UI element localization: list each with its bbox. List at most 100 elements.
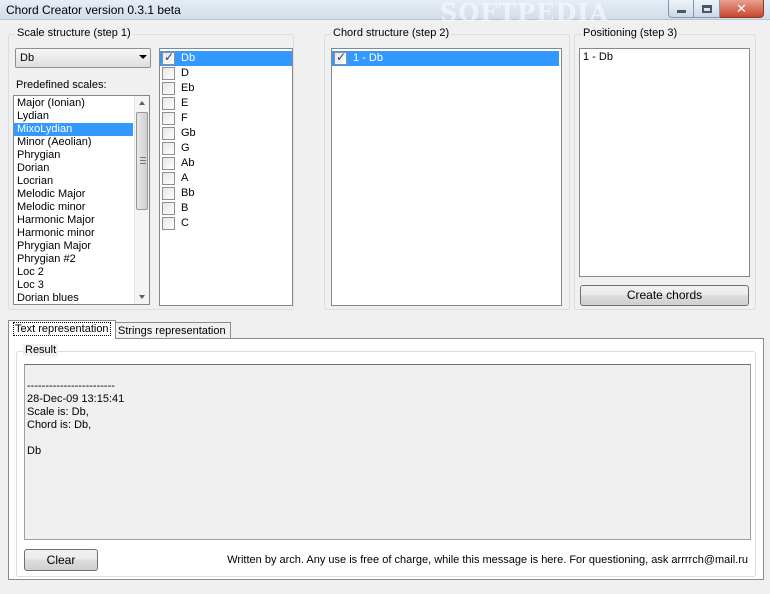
result-line [27, 432, 748, 445]
checkbox[interactable] [162, 112, 175, 125]
scale-list-item[interactable]: Melodic minor [14, 201, 133, 214]
note-item[interactable]: F [160, 111, 292, 126]
chord-structure-checklist[interactable]: 1 - Db [331, 48, 562, 306]
window-title: Chord Creator version 0.3.1 beta [6, 3, 181, 17]
scale-list-item[interactable]: Phrygian #2 [14, 253, 133, 266]
note-item-label: G [181, 142, 190, 154]
note-item[interactable]: Bb [160, 186, 292, 201]
clear-button[interactable]: Clear [24, 549, 98, 571]
tab-text-label: Text representation [13, 322, 111, 336]
note-item-label: C [181, 217, 189, 229]
note-item[interactable]: Gb [160, 126, 292, 141]
scale-list-item[interactable]: MixoLydian [14, 123, 133, 136]
scroll-thumb[interactable] [136, 112, 148, 210]
checkbox[interactable] [162, 82, 175, 95]
scale-list-item[interactable]: Phrygian [14, 149, 133, 162]
note-item-label: Db [181, 52, 196, 64]
scale-list-item[interactable]: Phrygian Major [14, 240, 133, 253]
result-line: 28-Dec-09 13:15:41 [27, 393, 125, 405]
checkbox[interactable] [162, 172, 175, 185]
positioning-list[interactable]: 1 - Db [579, 48, 750, 277]
scale-structure-label: Scale structure (step 1) [15, 27, 133, 39]
chord-item-label: 1 - Db [353, 52, 383, 64]
maximize-button[interactable] [694, 0, 720, 18]
text-representation-panel: Result ------------------------ 28-Dec-09… [8, 338, 764, 580]
chord-items: 1 - Db [332, 50, 559, 66]
window-controls: ✕ [668, 0, 764, 18]
scale-notes-checklist[interactable]: Db D Eb EF Gb G Ab A Bb BC [159, 48, 293, 306]
scale-list-item[interactable]: Minor (Aeolian) [14, 136, 133, 149]
result-line: ------------------------ [27, 380, 115, 392]
result-textbox[interactable]: ------------------------ 28-Dec-09 13:15:… [24, 364, 751, 540]
title-bar[interactable]: Chord Creator version 0.3.1 beta SOFTPED… [0, 0, 770, 27]
note-item-label: Eb [181, 82, 195, 94]
root-note-select[interactable]: Db [15, 48, 151, 68]
checkbox[interactable] [334, 50, 347, 65]
positioning-label: Positioning (step 3) [581, 27, 680, 39]
positioning-items: 1 - Db [582, 51, 749, 64]
result-line: Db [27, 445, 42, 457]
minimize-button[interactable] [668, 0, 694, 18]
grip-line [140, 163, 146, 164]
checkbox[interactable] [162, 157, 175, 170]
tab-strings-label: Strings representation [118, 325, 226, 337]
scale-list-item[interactable]: Lydian [14, 110, 133, 123]
scale-list-item[interactable]: Melodic Major [14, 188, 133, 201]
note-item[interactable]: E [160, 96, 292, 111]
scale-list-item[interactable]: Major (Ionian) [14, 97, 133, 110]
tab-strings-representation[interactable]: Strings representation [113, 322, 231, 339]
minimize-icon [676, 10, 686, 13]
checkbox[interactable] [162, 142, 175, 155]
scroll-down-icon[interactable] [139, 295, 145, 299]
scale-list-item[interactable]: Loc 2 [14, 266, 133, 279]
scale-list-item[interactable]: Loc 3 [14, 279, 133, 292]
predefined-scales-label: Predefined scales: [16, 79, 107, 91]
scales-scrollbar[interactable] [134, 96, 149, 304]
scale-list-item[interactable]: Dorian [14, 162, 133, 175]
checkbox[interactable] [162, 187, 175, 200]
note-item-label: F [181, 112, 188, 124]
note-item[interactable]: Db [160, 50, 292, 66]
checkbox[interactable] [162, 127, 175, 140]
grip-line [140, 157, 146, 158]
chord-item[interactable]: 1 - Db [332, 50, 559, 66]
checkbox[interactable] [162, 217, 175, 230]
note-item-label: Gb [181, 127, 196, 139]
note-item-label: B [181, 202, 189, 214]
scale-list-item[interactable]: Harmonic minor [14, 227, 133, 240]
chevron-down-icon [139, 55, 147, 59]
predefined-scales-list[interactable]: Major (Ionian) Lydian MixoLydian Minor (Aeo… [13, 95, 150, 305]
note-items: Db D Eb EF Gb G Ab A Bb BC [160, 50, 292, 231]
checkbox[interactable] [162, 97, 175, 110]
close-icon: ✕ [736, 0, 747, 16]
note-item-label: D [181, 67, 189, 79]
note-item[interactable]: D [160, 66, 292, 81]
checkbox[interactable] [162, 50, 175, 65]
note-item[interactable]: Eb [160, 81, 292, 96]
checkbox[interactable] [162, 202, 175, 215]
close-button[interactable]: ✕ [720, 0, 764, 18]
result-line [27, 367, 748, 380]
note-item[interactable]: G [160, 141, 292, 156]
tab-text-representation[interactable]: Text representation [8, 320, 116, 339]
note-item-label: A [181, 172, 189, 184]
result-label: Result [23, 344, 59, 356]
scale-list-item[interactable]: Dorian blues [14, 292, 133, 304]
result-lines: ------------------------ 28-Dec-09 13:15:… [27, 367, 748, 458]
note-item-label: Ab [181, 157, 195, 169]
scroll-up-icon[interactable] [139, 101, 145, 105]
maximize-icon [701, 4, 712, 13]
checkbox[interactable] [162, 67, 175, 80]
scale-list-item[interactable]: Locrian [14, 175, 133, 188]
scale-list-item[interactable]: Harmonic Major [14, 214, 133, 227]
root-note-value: Db [20, 52, 35, 64]
credit-text: Written by arch. Any use is free of char… [227, 554, 748, 566]
note-item[interactable]: A [160, 171, 292, 186]
note-item-label: Bb [181, 187, 195, 199]
note-item[interactable]: B [160, 201, 292, 216]
positioning-item[interactable]: 1 - Db [582, 51, 749, 64]
create-chords-button[interactable]: Create chords [580, 285, 749, 306]
note-item[interactable]: Ab [160, 156, 292, 171]
note-item-label: E [181, 97, 189, 109]
note-item[interactable]: C [160, 216, 292, 231]
